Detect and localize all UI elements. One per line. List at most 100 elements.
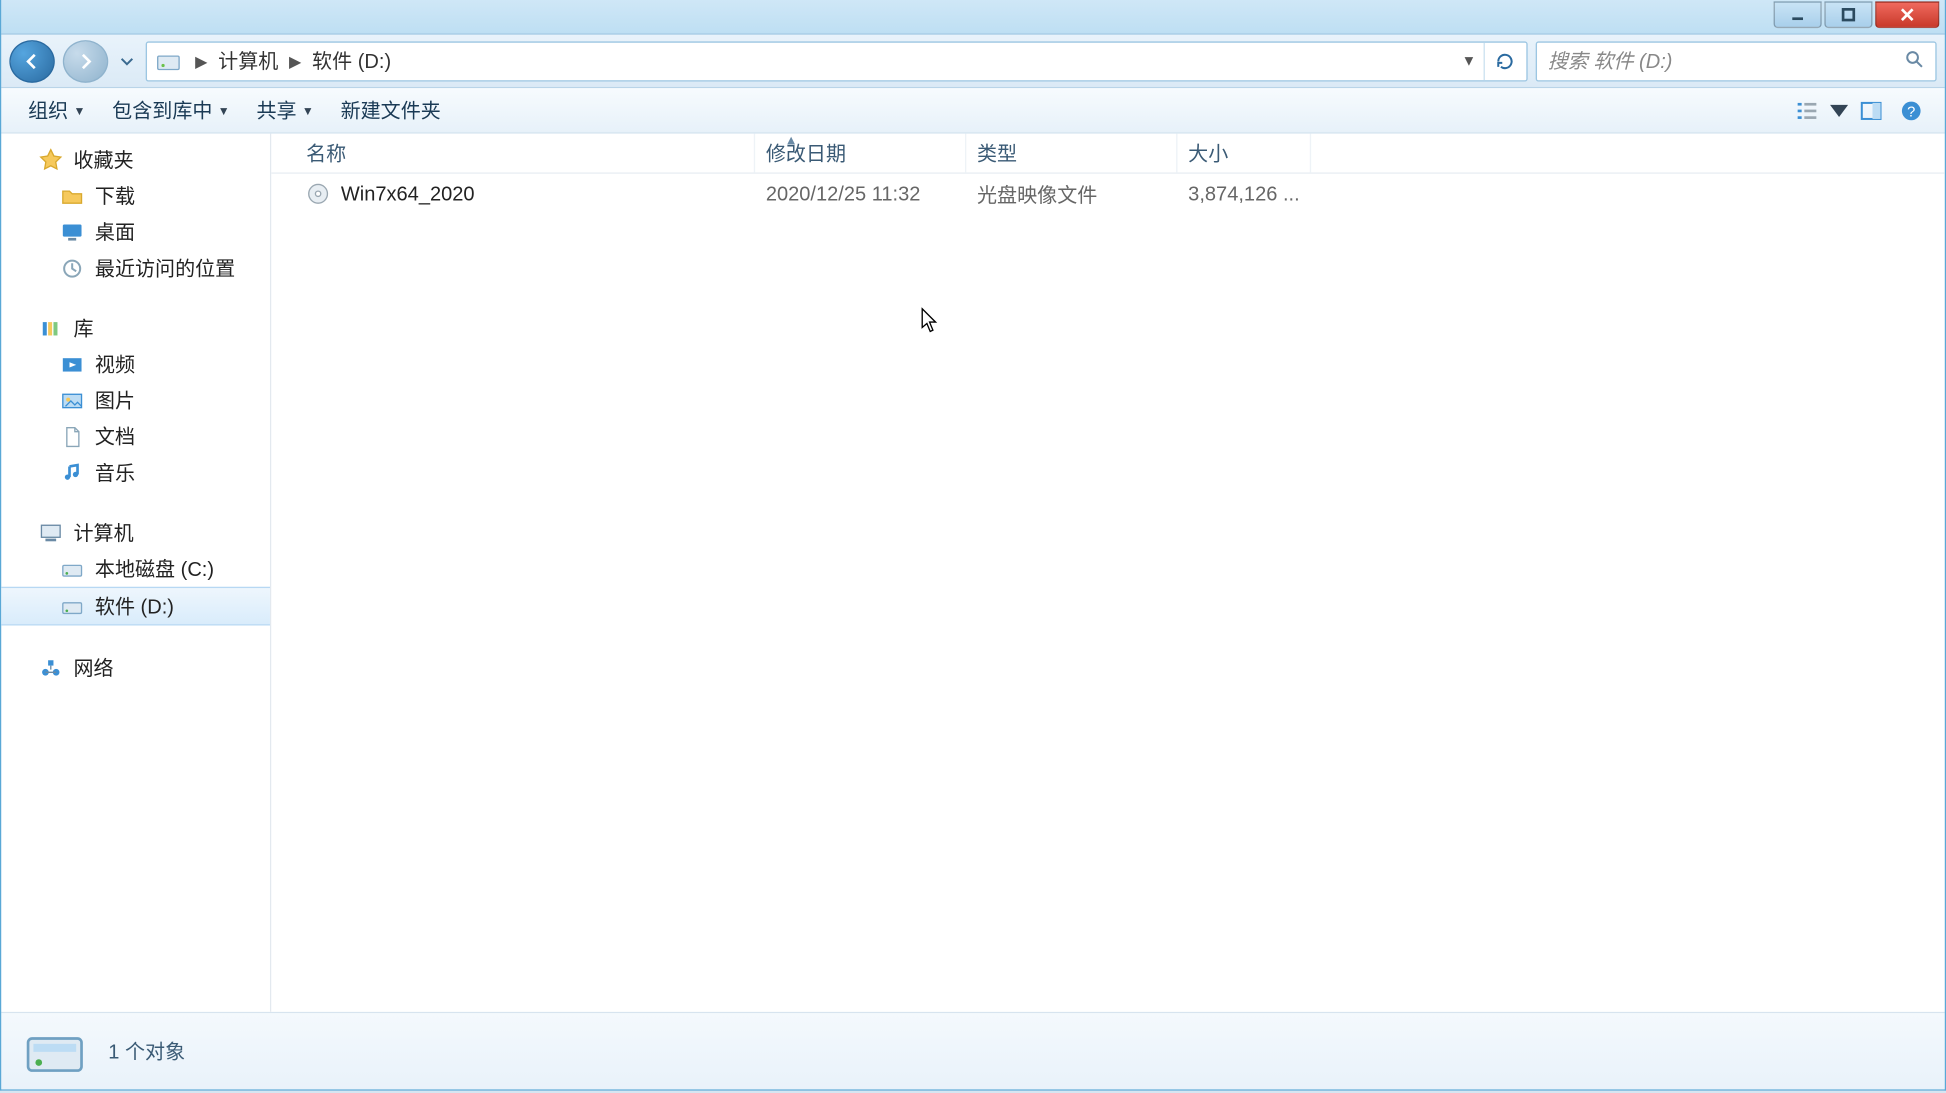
network-icon (39, 656, 63, 680)
chevron-right-icon: ▶ (187, 51, 215, 70)
star-icon (39, 148, 63, 172)
sidebar-fav-label: 收藏夹 (74, 146, 134, 174)
file-type: 光盘映像文件 (977, 184, 1097, 207)
sidebar-group-computer: 计算机 本地磁盘 (C:) 软件 (D:) (1, 515, 270, 626)
address-bar[interactable]: ▶ 计算机 ▶ 软件 (D:) ▼ (146, 41, 1528, 81)
svg-text:?: ? (1907, 104, 1915, 120)
sidebar-item-documents[interactable]: 文档 (1, 418, 270, 454)
col-name[interactable]: 名称 (295, 134, 755, 173)
music-icon (60, 460, 84, 484)
sidebar-item-drive-d[interactable]: 软件 (D:) (1, 587, 270, 626)
sidebar-item-label: 软件 (D:) (95, 592, 174, 620)
new-folder-button[interactable]: 新建文件夹 (327, 91, 454, 130)
col-date-label: 修改日期 (766, 139, 846, 167)
body: 收藏夹 下载 桌面 最近访问的位置 库 (1, 134, 1944, 1012)
col-size[interactable]: 大小 (1177, 134, 1311, 173)
sidebar-group-network: 网络 (1, 650, 270, 686)
desktop-icon (60, 220, 84, 244)
sidebar-item-label: 桌面 (95, 218, 135, 246)
recent-icon (60, 256, 84, 280)
col-type-label: 类型 (977, 139, 1017, 167)
sidebar-net-label: 网络 (74, 654, 114, 682)
sidebar-head-network[interactable]: 网络 (1, 650, 270, 686)
file-pane[interactable]: ▲ 名称 修改日期 类型 大小 Win7x64_2020 2020/12/25 … (271, 134, 1944, 1012)
folder-icon (60, 184, 84, 208)
organize-menu[interactable]: 组织 ▼ (15, 91, 99, 130)
sidebar-item-label: 图片 (95, 386, 135, 414)
preview-pane-button[interactable] (1851, 93, 1891, 128)
titlebar (1, 0, 1944, 35)
address-drop-icon[interactable]: ▼ (1454, 53, 1483, 69)
iso-file-icon (306, 182, 330, 206)
drive-icon (60, 557, 84, 581)
search-icon (1903, 47, 1924, 74)
library-icon (39, 316, 63, 340)
sidebar-item-label: 文档 (95, 422, 135, 450)
status-text: 1 个对象 (108, 1037, 185, 1065)
include-in-library-menu[interactable]: 包含到库中 ▼ (99, 91, 243, 130)
forward-button[interactable] (63, 39, 108, 82)
chevron-right-icon: ▶ (281, 51, 309, 70)
nav-history-drop[interactable] (116, 39, 137, 82)
sidebar-head-libraries[interactable]: 库 (1, 310, 270, 346)
status-bar: 1 个对象 (1, 1012, 1944, 1090)
file-date: 2020/12/25 11:32 (766, 182, 921, 205)
sidebar-item-downloads[interactable]: 下载 (1, 178, 270, 214)
maximize-button[interactable] (1824, 1, 1872, 28)
close-button[interactable] (1875, 1, 1939, 28)
sidebar-group-libraries: 库 视频 图片 文档 音乐 (1, 310, 270, 490)
sidebar-lib-label: 库 (74, 314, 94, 342)
sidebar-item-music[interactable]: 音乐 (1, 454, 270, 490)
sidebar-item-label: 最近访问的位置 (95, 254, 235, 282)
sidebar-item-video[interactable]: 视频 (1, 346, 270, 382)
sidebar-item-desktop[interactable]: 桌面 (1, 214, 270, 250)
sidebar-item-label: 视频 (95, 350, 135, 378)
sidebar-item-label: 下载 (95, 182, 135, 210)
cursor-icon (921, 307, 940, 334)
search-placeholder: 搜索 软件 (D:) (1548, 47, 1673, 75)
help-button[interactable]: ? (1891, 93, 1931, 128)
sidebar-head-computer[interactable]: 计算机 (1, 515, 270, 551)
chevron-down-icon: ▼ (302, 104, 314, 117)
sidebar-item-label: 音乐 (95, 458, 135, 486)
chevron-down-icon: ▼ (218, 104, 230, 117)
sidebar-item-drive-c[interactable]: 本地磁盘 (C:) (1, 551, 270, 587)
newfolder-label: 新建文件夹 (341, 96, 441, 124)
col-name-label: 名称 (306, 139, 346, 167)
search-input[interactable]: 搜索 软件 (D:) (1536, 41, 1937, 81)
sidebar-comp-label: 计算机 (74, 519, 134, 547)
sidebar-item-recent[interactable]: 最近访问的位置 (1, 250, 270, 286)
include-label: 包含到库中 (112, 96, 212, 124)
refresh-button[interactable] (1484, 42, 1524, 79)
sidebar: 收藏夹 下载 桌面 最近访问的位置 库 (1, 134, 271, 1012)
file-size: 3,874,126 ... (1188, 182, 1299, 205)
crumb-computer[interactable]: 计算机 (215, 47, 281, 75)
computer-icon (39, 521, 63, 545)
crumb-drive[interactable]: 软件 (D:) (309, 47, 393, 75)
sidebar-item-pictures[interactable]: 图片 (1, 382, 270, 418)
view-mode-drop[interactable] (1827, 93, 1851, 128)
sidebar-group-favorites: 收藏夹 下载 桌面 最近访问的位置 (1, 142, 270, 286)
share-menu[interactable]: 共享 ▼ (243, 91, 327, 130)
col-size-label: 大小 (1188, 139, 1228, 167)
sort-indicator-icon: ▲ (785, 134, 798, 149)
explorer-window: ▶ 计算机 ▶ 软件 (D:) ▼ 搜索 软件 (D:) 组织 ▼ 包含到库中 … (0, 0, 1946, 1091)
share-label: 共享 (256, 96, 296, 124)
column-headers: 名称 修改日期 类型 大小 (271, 134, 1944, 174)
pictures-icon (60, 388, 84, 412)
minimize-button[interactable] (1774, 1, 1822, 28)
col-type[interactable]: 类型 (966, 134, 1177, 173)
toolbar: 组织 ▼ 包含到库中 ▼ 共享 ▼ 新建文件夹 ? (1, 88, 1944, 133)
nav-row: ▶ 计算机 ▶ 软件 (D:) ▼ 搜索 软件 (D:) (1, 35, 1944, 88)
sidebar-head-favorites[interactable]: 收藏夹 (1, 142, 270, 178)
chevron-down-icon: ▼ (74, 104, 86, 117)
video-icon (60, 352, 84, 376)
file-row[interactable]: Win7x64_2020 2020/12/25 11:32 光盘映像文件 3,8… (271, 174, 1944, 214)
document-icon (60, 424, 84, 448)
organize-label: 组织 (28, 96, 68, 124)
drive-icon (60, 594, 84, 618)
view-mode-button[interactable] (1787, 93, 1827, 128)
file-name: Win7x64_2020 (341, 182, 475, 205)
drive-large-icon (23, 1019, 87, 1083)
back-button[interactable] (9, 39, 54, 82)
